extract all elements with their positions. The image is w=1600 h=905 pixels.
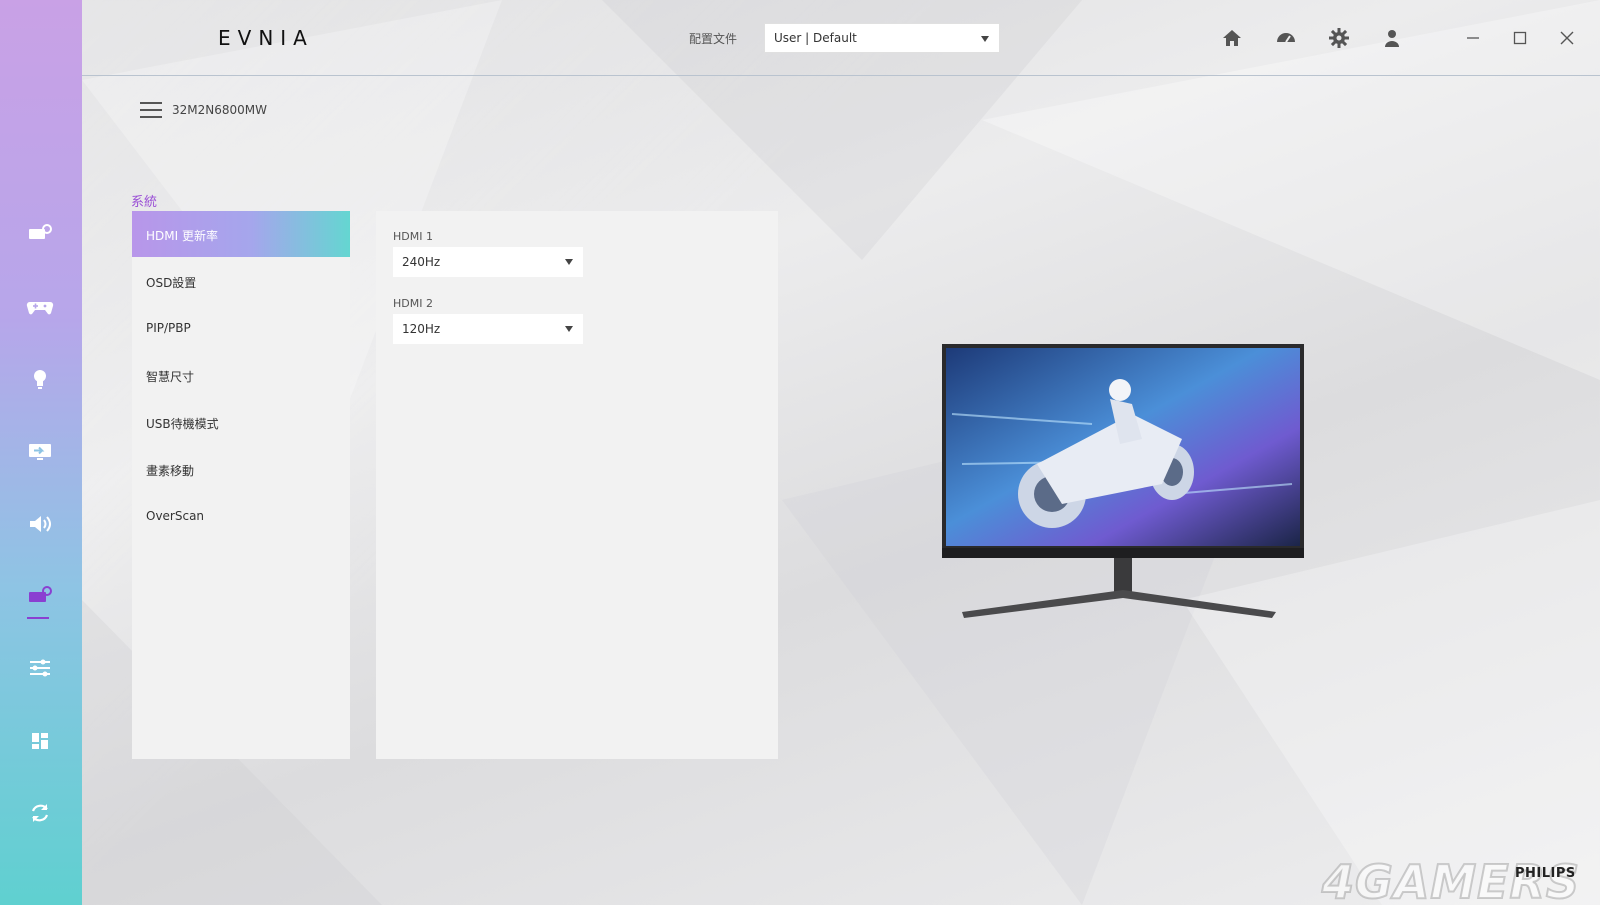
settings-panel: HDMI 1 240Hz HDMI 2 120Hz	[376, 211, 778, 759]
speaker-icon[interactable]	[20, 504, 60, 544]
hdmi2-value: 120Hz	[402, 322, 441, 336]
home-icon[interactable]	[1218, 24, 1246, 52]
philips-logo: PHILIPS	[1515, 866, 1576, 881]
hdmi1-value: 240Hz	[402, 255, 441, 269]
chevron-down-icon	[565, 326, 573, 332]
gamepad-icon[interactable]	[20, 286, 60, 326]
hdmi1-label: HDMI 1	[393, 230, 433, 243]
profile-dropdown-value: User | Default	[774, 31, 857, 45]
menu-item-osd-settings[interactable]: OSD設置	[132, 258, 350, 304]
monitor-image	[942, 344, 1304, 618]
left-nav-rail	[0, 0, 82, 905]
active-indicator	[27, 617, 49, 619]
light-bulb-icon[interactable]	[20, 359, 60, 399]
device-header: 32M2N6800MW	[140, 98, 267, 122]
menu-item-pixel-shift[interactable]: 畫素移動	[132, 446, 350, 492]
hdmi2-label: HDMI 2	[393, 297, 433, 310]
layout-icon[interactable]	[20, 721, 60, 761]
section-title: 系統	[131, 195, 158, 210]
brand-logo: EVNIA	[218, 26, 314, 50]
refresh-icon[interactable]	[20, 793, 60, 833]
minimize-button[interactable]	[1459, 24, 1487, 52]
menu-item-pip-pbp[interactable]: PIP/PBP	[132, 305, 350, 351]
hdmi2-refresh-dropdown[interactable]: 120Hz	[393, 314, 583, 344]
profile-dropdown[interactable]: User | Default	[764, 23, 1000, 53]
maximize-button[interactable]	[1506, 24, 1534, 52]
chevron-down-icon	[565, 259, 573, 265]
profile-label: 配置文件	[689, 32, 738, 46]
device-name: 32M2N6800MW	[172, 103, 267, 117]
hdmi1-refresh-dropdown[interactable]: 240Hz	[393, 247, 583, 277]
menu-item-smart-size[interactable]: 智慧尺寸	[132, 352, 350, 398]
menu-item-overscan[interactable]: OverScan	[132, 493, 350, 539]
system-icon[interactable]	[20, 576, 60, 616]
menu-item-usb-standby[interactable]: USB待機模式	[132, 399, 350, 445]
system-menu: HDMI 更新率 OSD設置 PIP/PBP 智慧尺寸 USB待機模式 畫素移動…	[132, 211, 350, 759]
input-source-icon[interactable]	[20, 431, 60, 471]
user-icon[interactable]	[1378, 24, 1406, 52]
gear-icon[interactable]	[1325, 24, 1353, 52]
speedometer-icon[interactable]	[1272, 24, 1300, 52]
display-settings-icon[interactable]	[20, 213, 60, 253]
chevron-down-icon	[981, 36, 989, 42]
menu-icon[interactable]	[140, 102, 162, 118]
menu-item-hdmi-refresh[interactable]: HDMI 更新率	[132, 211, 350, 257]
sliders-icon[interactable]	[20, 648, 60, 688]
close-button[interactable]	[1553, 24, 1581, 52]
